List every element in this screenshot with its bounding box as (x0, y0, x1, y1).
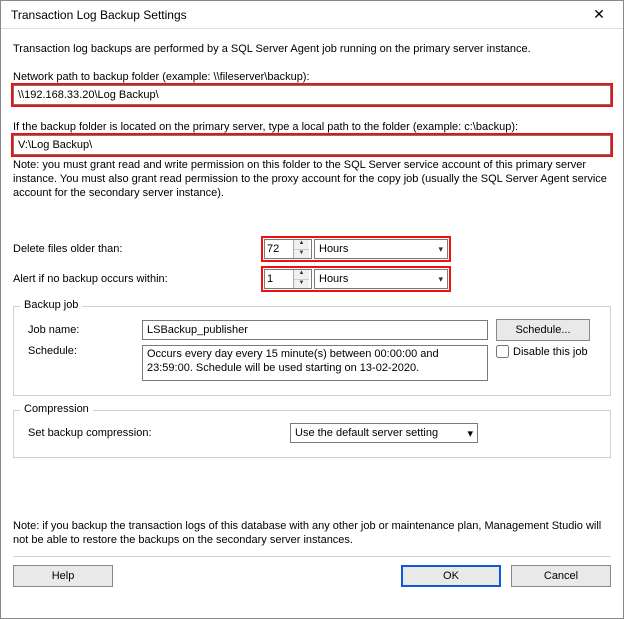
spinner-arrows[interactable]: ▲ ▼ (293, 270, 309, 288)
divider (13, 556, 611, 557)
alert-within-label: Alert if no backup occurs within: (13, 273, 261, 285)
chevron-down-icon: ▾ (438, 244, 443, 255)
network-path-input[interactable] (13, 85, 611, 105)
chevron-down-icon[interactable]: ▼ (294, 280, 309, 289)
compression-legend: Compression (20, 403, 93, 415)
alert-within-row: Alert if no backup occurs within: ▲ ▼ Ho… (13, 266, 611, 292)
disable-job-label: Disable this job (513, 346, 588, 358)
alert-within-unit-combo[interactable]: Hours ▾ (314, 269, 448, 289)
delete-older-unit-combo[interactable]: Hours ▾ (314, 239, 448, 259)
alert-within-spinner[interactable]: ▲ ▼ (264, 269, 312, 289)
footer-note: Note: if you backup the transaction logs… (13, 520, 611, 548)
alert-within-controls: ▲ ▼ Hours ▾ (261, 266, 451, 292)
network-path-label: Network path to backup folder (example: … (13, 71, 611, 83)
close-icon[interactable]: ✕ (583, 4, 615, 26)
job-name-label: Job name: (22, 324, 142, 336)
local-path-label: If the backup folder is located on the p… (13, 121, 611, 133)
permissions-note: Note: you must grant read and write perm… (13, 159, 611, 200)
delete-older-row: Delete files older than: ▲ ▼ Hours ▾ (13, 236, 611, 262)
alert-within-unit: Hours (319, 273, 348, 285)
chevron-up-icon[interactable]: ▲ (294, 270, 309, 280)
backup-job-legend: Backup job (20, 299, 82, 311)
button-row: Help OK Cancel (13, 565, 611, 597)
local-path-input[interactable] (13, 135, 611, 155)
disable-job-wrap: Disable this job (496, 345, 588, 358)
delete-older-label: Delete files older than: (13, 243, 261, 255)
titlebar: Transaction Log Backup Settings ✕ (1, 1, 623, 29)
job-name-row: Job name: Schedule... (22, 319, 602, 341)
dialog-content: Transaction log backups are performed by… (1, 29, 623, 597)
delete-older-spinner[interactable]: ▲ ▼ (264, 239, 312, 259)
delete-older-unit: Hours (319, 243, 348, 255)
alert-within-value[interactable] (265, 270, 293, 288)
chevron-down-icon: ▾ (438, 274, 443, 285)
help-button[interactable]: Help (13, 565, 113, 587)
compression-value: Use the default server setting (295, 427, 438, 439)
ok-button[interactable]: OK (401, 565, 501, 587)
chevron-up-icon[interactable]: ▲ (294, 240, 309, 250)
spinner-arrows[interactable]: ▲ ▼ (293, 240, 309, 258)
window-title: Transaction Log Backup Settings (11, 8, 187, 22)
schedule-row: Schedule: Occurs every day every 15 minu… (22, 345, 602, 381)
chevron-down-icon: ▾ (467, 427, 473, 440)
delete-older-value[interactable] (265, 240, 293, 258)
compression-label: Set backup compression: (22, 427, 290, 439)
compression-row: Set backup compression: Use the default … (22, 423, 602, 443)
compression-combo[interactable]: Use the default server setting ▾ (290, 423, 478, 443)
chevron-down-icon[interactable]: ▼ (294, 250, 309, 259)
schedule-label: Schedule: (22, 345, 142, 357)
backup-job-group: Backup job Job name: Schedule... Schedul… (13, 306, 611, 396)
cancel-button[interactable]: Cancel (511, 565, 611, 587)
schedule-text: Occurs every day every 15 minute(s) betw… (142, 345, 488, 381)
disable-job-checkbox[interactable] (496, 345, 509, 358)
description-text: Transaction log backups are performed by… (13, 43, 611, 55)
job-name-input[interactable] (142, 320, 488, 340)
compression-group: Compression Set backup compression: Use … (13, 410, 611, 458)
delete-older-controls: ▲ ▼ Hours ▾ (261, 236, 451, 262)
schedule-button[interactable]: Schedule... (496, 319, 590, 341)
